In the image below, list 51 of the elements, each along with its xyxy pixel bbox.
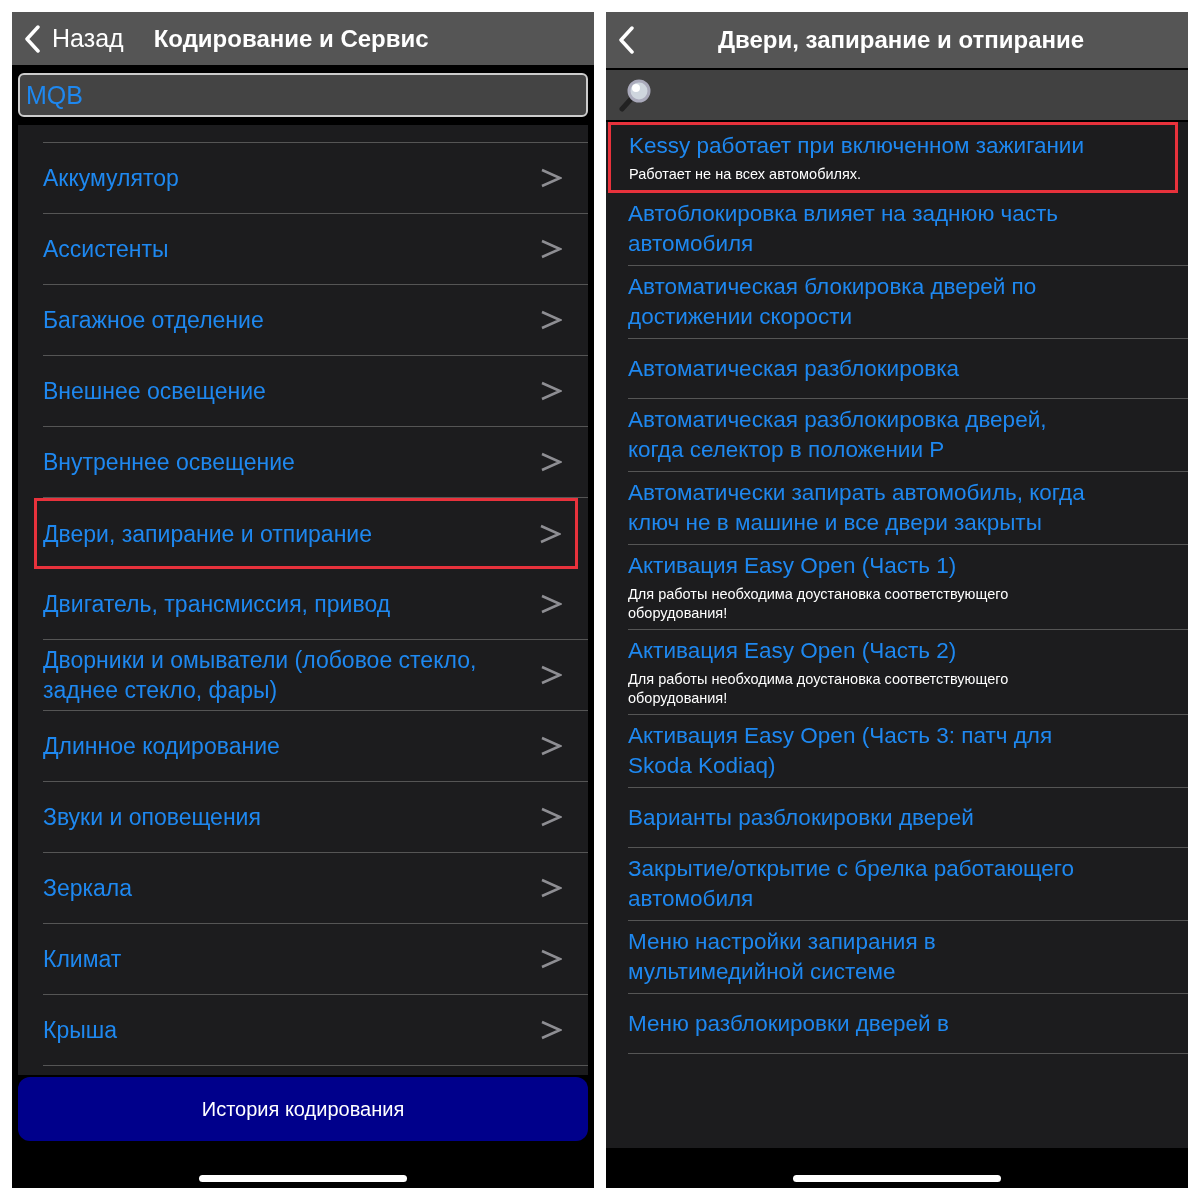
chevron-icon bbox=[540, 239, 562, 259]
setting-item[interactable]: Активация Easy Open (Часть 3: патч для Skoda Kodiaq) bbox=[628, 715, 1188, 788]
chevron-icon bbox=[540, 381, 562, 401]
chevron-icon bbox=[539, 523, 561, 544]
setting-item[interactable]: Закрытие/открытие с брелка работающего автомобиля bbox=[628, 848, 1188, 921]
menu-item[interactable]: Двигатель, трансмиссия, привод bbox=[43, 569, 588, 640]
search-field[interactable]: MQB bbox=[18, 73, 588, 117]
menu-item[interactable]: Климат bbox=[43, 924, 588, 995]
item-note: Для работы необходима доустановка соответствующего оборудования! bbox=[628, 670, 1010, 708]
menu-item[interactable]: Аккумулятор bbox=[43, 143, 588, 214]
back-icon[interactable] bbox=[24, 24, 40, 53]
chevron-icon bbox=[540, 452, 562, 472]
setting-item[interactable]: Меню разблокировки дверей в bbox=[628, 994, 1188, 1054]
setting-item[interactable]: Активация Easy Open (Часть 2) Для работы необходима доустановка соответствующего оборудования! bbox=[628, 630, 1188, 715]
setting-item[interactable]: Автоматическая разблокировка дверей, когда селектор в положении P bbox=[628, 399, 1188, 472]
setting-item[interactable]: Активация Easy Open (Часть 1) Для работы необходима доустановка соответствующего оборудования! bbox=[628, 545, 1188, 630]
menu-item[interactable]: Багажное отделение bbox=[43, 285, 588, 356]
menu-item[interactable]: Двери, запирание и отпирание bbox=[34, 498, 578, 569]
back-icon[interactable] bbox=[618, 26, 634, 54]
menu-item[interactable]: Дворники и омыватели (лобовое стекло, заднее стекло, фары) bbox=[43, 640, 588, 711]
setting-item[interactable]: Автоматическая разблокировка bbox=[628, 339, 1188, 399]
menu-item[interactable]: Длинное кодирование bbox=[43, 711, 588, 782]
menu-item[interactable]: Внутреннее освещение bbox=[43, 427, 588, 498]
chevron-icon bbox=[540, 807, 562, 827]
menu-item[interactable]: Крыша bbox=[43, 995, 588, 1066]
menu-item[interactable]: Внешнее освещение bbox=[43, 356, 588, 427]
search-field[interactable] bbox=[606, 70, 1188, 120]
chevron-icon bbox=[540, 310, 562, 330]
back-button[interactable]: Назад bbox=[24, 24, 124, 53]
chevron-icon bbox=[540, 1020, 562, 1040]
chevron-icon bbox=[540, 949, 562, 969]
magnifier-icon bbox=[618, 78, 652, 112]
chevron-icon bbox=[540, 168, 562, 188]
setting-item[interactable]: Автоблокировка влияет на заднюю часть автомобиля bbox=[628, 193, 1188, 266]
item-note: Для работы необходима доустановка соответствующего оборудования! bbox=[628, 585, 1010, 623]
setting-item[interactable]: Варианты разблокировки дверей bbox=[628, 788, 1188, 848]
setting-item[interactable]: Автоматически запирать автомобиль, когда ключ не в машине и все двери закрыты bbox=[628, 472, 1188, 545]
setting-item[interactable]: Меню настройки запирания в мультимедийной системе bbox=[628, 921, 1188, 994]
screen-title: Кодирование и Сервис bbox=[153, 24, 429, 53]
menu-item[interactable]: Зеркала bbox=[43, 853, 588, 924]
chevron-icon bbox=[540, 594, 562, 614]
chevron-icon bbox=[540, 736, 562, 756]
screen-title: Двери, запирание и отпирание bbox=[716, 26, 1086, 54]
history-button[interactable]: История кодирования bbox=[18, 1077, 588, 1141]
chevron-icon bbox=[540, 665, 562, 685]
setting-item[interactable]: Автоматическая блокировка дверей по достижении скорости bbox=[628, 266, 1188, 339]
setting-item[interactable]: Kessy работает при включенном зажигании Работает не на всех автомобилях. bbox=[608, 122, 1178, 193]
chevron-icon bbox=[540, 878, 562, 898]
menu-item[interactable]: Ассистенты bbox=[43, 214, 588, 285]
menu-item[interactable]: Звуки и оповещения bbox=[43, 782, 588, 853]
item-note: Работает не на всех автомобилях. bbox=[629, 165, 863, 184]
